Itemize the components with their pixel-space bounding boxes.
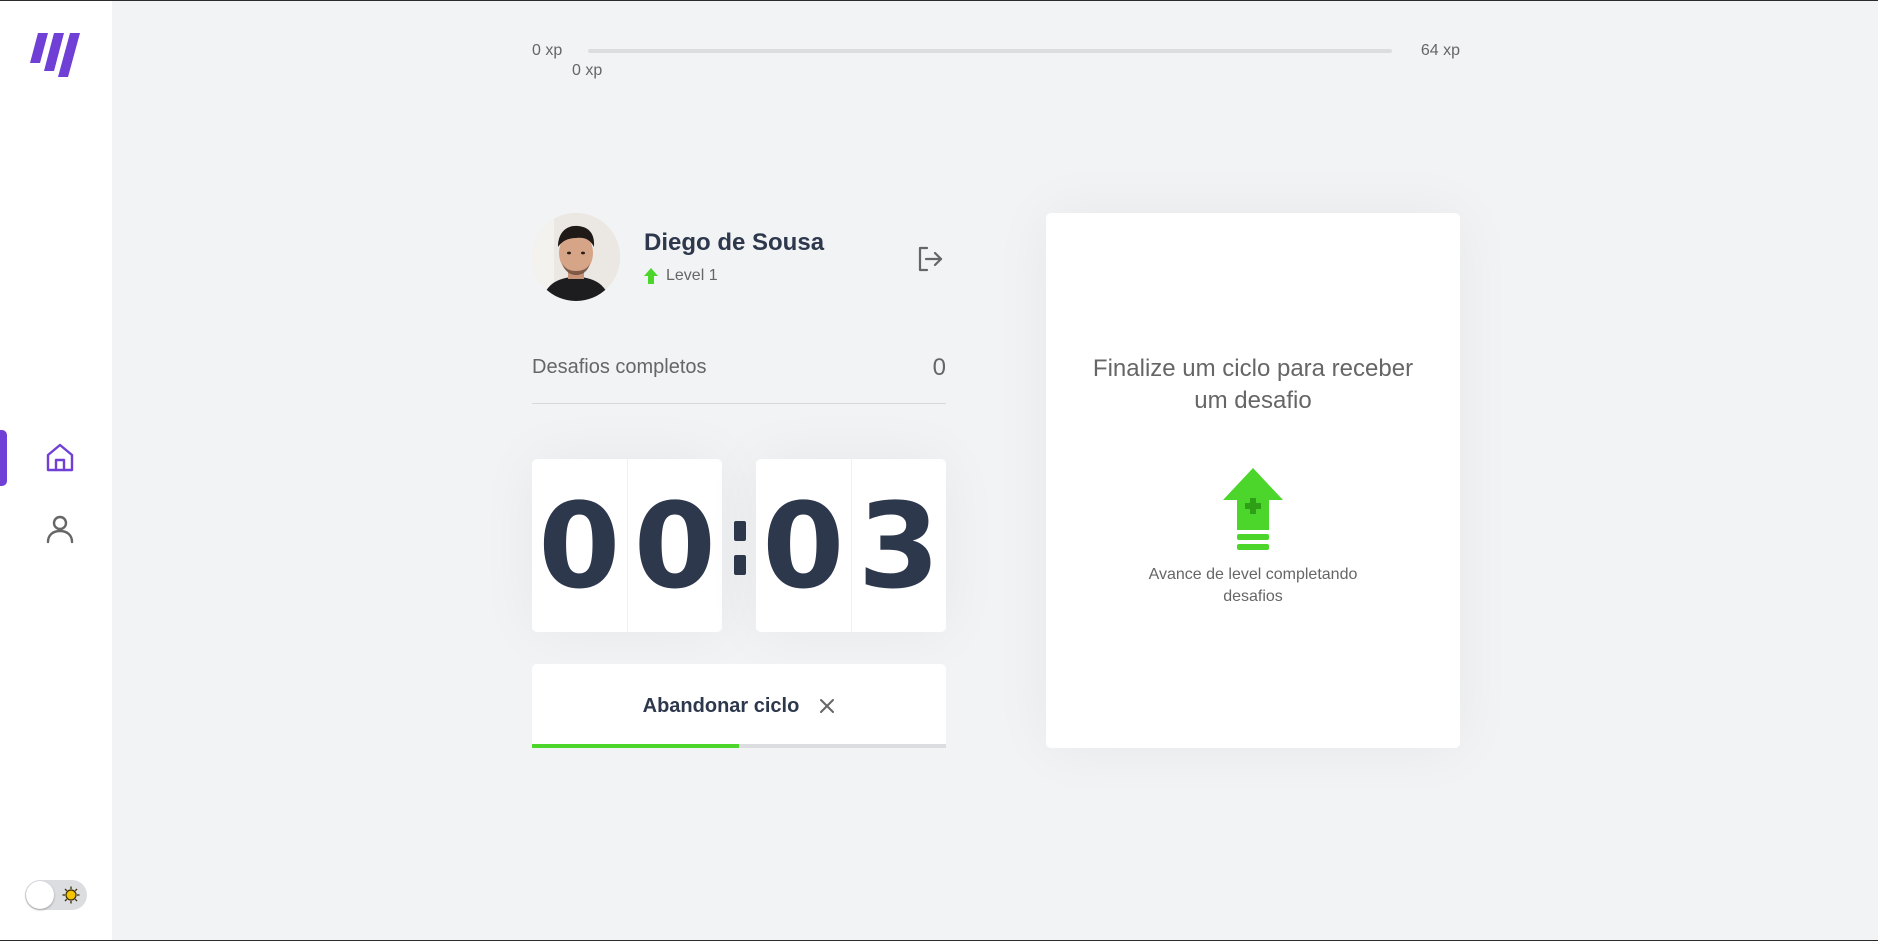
profile-name: Diego de Sousa: [644, 229, 825, 256]
challenge-box-title: Finalize um ciclo para receber um desafi…: [1092, 354, 1414, 415]
window-top-border: [0, 0, 1878, 1]
xp-current-label: 0 xp: [572, 62, 603, 79]
user-icon: [46, 515, 74, 544]
theme-toggle-knob: [26, 881, 54, 909]
profile-card: Diego de Sousa Level 1: [532, 213, 946, 301]
home-icon: [46, 443, 74, 472]
abandon-cycle-label: Abandonar ciclo: [642, 694, 800, 717]
challenge-box: Finalize um ciclo para receber um desafi…: [1046, 213, 1460, 748]
second-digit-left: 0: [762, 476, 845, 615]
minute-digit-right: 0: [626, 459, 723, 632]
nav-home-button[interactable]: [40, 438, 80, 478]
second-digit-right: 3: [850, 459, 947, 632]
move-it-logo-icon: [30, 33, 80, 77]
countdown-seconds: 0 3: [756, 459, 946, 632]
completed-challenges: Desafios completos 0: [532, 354, 946, 404]
logout-icon: [918, 246, 943, 272]
xp-max-label: 64 xp: [1420, 42, 1460, 59]
logout-button[interactable]: [914, 243, 946, 275]
level-up-icon: [1223, 467, 1283, 550]
cycle-progress-track: [532, 744, 946, 748]
countdown-timer: 0 0 0 3: [532, 459, 946, 632]
theme-toggle[interactable]: [25, 880, 87, 910]
xp-min-label: 0 xp: [532, 42, 563, 59]
abandon-cycle-button[interactable]: Abandonar ciclo: [532, 664, 946, 748]
countdown-separator: [730, 515, 750, 579]
countdown-minutes: 0 0: [532, 459, 722, 632]
xp-track: [588, 49, 1392, 53]
challenge-box-hint: Avance de level completando desafios: [1148, 565, 1358, 605]
completed-challenges-label: Desafios completos: [532, 356, 707, 378]
cycle-progress-fill: [532, 744, 739, 748]
nav-profile-button[interactable]: [40, 509, 80, 549]
level-up-arrow-icon: [644, 268, 658, 284]
close-icon: [820, 699, 835, 713]
profile-level-label: Level 1: [666, 267, 718, 284]
avatar: [532, 213, 620, 301]
experience-bar: 0 xp 0 xp 64 xp: [532, 40, 1460, 80]
sidebar: [0, 1, 112, 940]
active-nav-indicator: [0, 430, 7, 486]
profile-level: Level 1: [644, 267, 718, 285]
minute-digit-left: 0: [538, 476, 621, 615]
sun-icon: [62, 886, 80, 904]
completed-challenges-count: 0: [932, 354, 946, 381]
avatar-photo: [532, 213, 620, 301]
